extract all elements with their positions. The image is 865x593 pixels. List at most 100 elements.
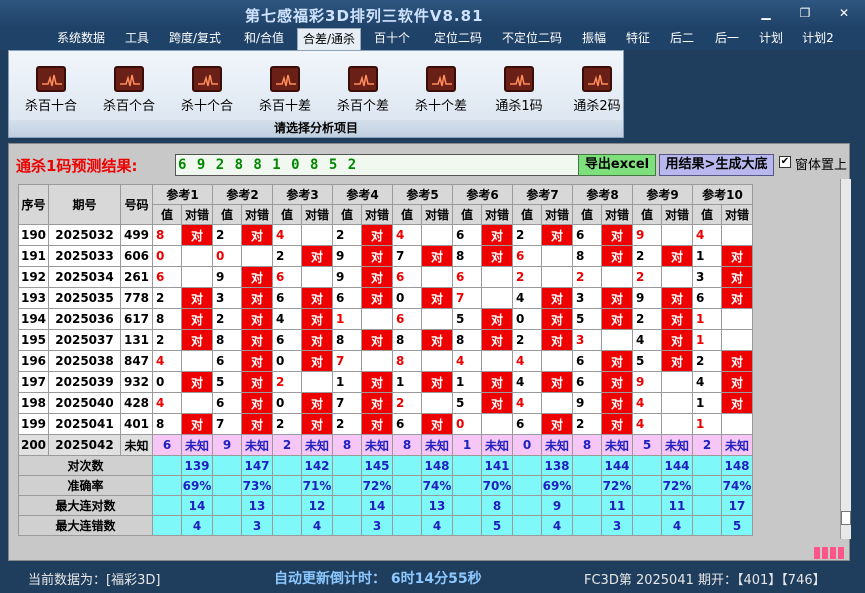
table-row[interactable]: 195 2025037 131 2 对 8 对 6 对 8 对 8 对 8 对 2 对 3 4 对 1 — [18, 329, 753, 351]
ref-hit-cell: 对 — [241, 308, 273, 330]
export-excel-button[interactable]: 导出excel — [578, 154, 656, 176]
table-row[interactable]: 190 2025032 499 8 对 2 对 4 2 对 4 6 对 2 对 6 对 9 4 — [18, 224, 753, 246]
analysis-button-0[interactable]: 杀百十合 — [12, 66, 90, 116]
ref-value: 1 — [692, 329, 722, 351]
row-period: 2025039 — [48, 371, 121, 393]
menu-tab-3[interactable]: 和/合值 — [236, 28, 292, 50]
analysis-button-7[interactable]: 通杀2码 — [558, 66, 636, 116]
chart-icon — [348, 66, 378, 92]
stats-spacer — [452, 495, 482, 516]
ref-value: 6 — [572, 371, 602, 393]
ref-hit-cell: 对 — [541, 308, 573, 330]
ref-hit-cell — [661, 266, 693, 288]
header-ref-5: 参考5 — [392, 184, 453, 205]
analysis-panel: 通杀1码预测结果: 6 9 2 8 8 1 0 8 5 2 导出excel 用结… — [8, 143, 851, 561]
ref-value: 6 — [512, 413, 542, 435]
prediction-result-field[interactable]: 6 9 2 8 8 1 0 8 5 2 — [175, 154, 585, 176]
ref-hit-cell — [661, 413, 693, 435]
menu-tab-4[interactable]: 合差/通杀 — [297, 28, 361, 50]
ref-value: 1 — [692, 392, 722, 414]
ref-hit-cell: 对 — [661, 350, 693, 372]
stats-value: 14 — [361, 495, 393, 516]
ref-value: 8 — [392, 329, 422, 351]
table-row[interactable]: 194 2025036 617 8 对 2 对 4 对 1 6 5 对 0 对 5 对 2 对 1 — [18, 308, 753, 330]
menu-tab-1[interactable]: 工具 — [118, 28, 156, 50]
window-on-top-checkbox[interactable]: ✔ — [779, 156, 791, 168]
table-row[interactable]: 198 2025040 428 4 6 对 0 对 7 对 2 5 对 4 9 对 4 1 对 — [18, 392, 753, 414]
menu-tab-10[interactable]: 后二 — [663, 28, 701, 50]
restore-button[interactable]: ❐ — [795, 4, 815, 22]
ref-hit-cell: 对 — [241, 413, 273, 435]
ref-hit-cell: 对 — [301, 350, 333, 372]
analysis-button-label: 杀百个差 — [336, 99, 389, 114]
ref-hit-cell: 对 — [601, 245, 633, 267]
stats-value: 5 — [481, 515, 513, 536]
ref-value: 6 — [392, 308, 422, 330]
pred-value: 0 — [512, 434, 542, 456]
ref-value: 1 — [692, 413, 722, 435]
pred-value: 2 — [272, 434, 302, 456]
stats-value: 148 — [721, 455, 753, 476]
table-row[interactable]: 192 2025034 261 6 9 对 6 9 对 6 6 2 2 2 3 对 — [18, 266, 753, 288]
table-row[interactable]: 199 2025041 401 8 对 7 对 2 对 2 对 6 对 0 6 对 2 对 4 1 — [18, 413, 753, 435]
stats-value: 72% — [361, 475, 393, 496]
analysis-button-label: 杀百个合 — [102, 99, 155, 114]
stats-spacer — [212, 475, 242, 496]
ref-value: 3 — [212, 287, 242, 309]
ref-hit-cell: 对 — [421, 371, 453, 393]
ref-hit-cell — [361, 350, 393, 372]
ref-hit-cell: 对 — [241, 224, 273, 246]
menu-tab-5[interactable]: 百十个 — [371, 28, 413, 50]
generate-base-button[interactable]: 用结果>生成大底 — [659, 154, 774, 176]
stats-spacer — [152, 495, 182, 516]
stats-spacer — [692, 475, 722, 496]
menu-tab-13[interactable]: 计划2 — [795, 28, 841, 50]
current-data-label: 当前数据为：[福彩3D] — [28, 573, 161, 588]
ref-hit-cell: 对 — [481, 392, 513, 414]
table-row[interactable]: 191 2025033 606 0 0 2 对 9 对 7 对 8 对 6 8 对 2 对 1 对 — [18, 245, 753, 267]
ref-value: 2 — [512, 266, 542, 288]
menu-tab-2[interactable]: 跨度/复式 — [162, 28, 228, 50]
table-row[interactable]: 193 2025035 778 2 对 3 对 6 对 6 对 0 对 7 4 对 3 对 9 对 6 对 — [18, 287, 753, 309]
scroll-thumb[interactable] — [841, 511, 851, 525]
header-value: 值 — [692, 204, 722, 225]
row-number: 428 — [120, 392, 153, 414]
stats-spacer — [332, 495, 362, 516]
analysis-button-2[interactable]: 杀十个合 — [168, 66, 246, 116]
ref-hit-cell: 对 — [601, 308, 633, 330]
close-button[interactable]: ✕ — [834, 4, 854, 22]
analysis-button-4[interactable]: 杀百个差 — [324, 66, 402, 116]
ref-hit-cell — [541, 266, 573, 288]
menu-tab-7[interactable]: 不定位二码 — [495, 28, 569, 50]
table-row[interactable]: 197 2025039 932 0 对 5 对 2 1 对 1 对 1 对 4 对 6 对 9 4 对 — [18, 371, 753, 393]
menu-tab-8[interactable]: 振幅 — [575, 28, 613, 50]
menu-tab-11[interactable]: 后一 — [707, 28, 747, 50]
pred-value: 1 — [452, 434, 482, 456]
analysis-button-5[interactable]: 杀十个差 — [402, 66, 480, 116]
ref-hit-cell — [721, 224, 753, 246]
analysis-button-3[interactable]: 杀百十差 — [246, 66, 324, 116]
menu-tab-6[interactable]: 定位二码 — [427, 28, 489, 50]
ref-value: 4 — [632, 392, 662, 414]
stats-value: 144 — [661, 455, 693, 476]
menu-tab-12[interactable]: 计划 — [753, 28, 789, 50]
resize-grip[interactable] — [814, 547, 848, 559]
analysis-button-6[interactable]: 通杀1码 — [480, 66, 558, 116]
ref-hit-cell: 对 — [181, 308, 213, 330]
ref-hit-cell — [481, 413, 513, 435]
row-period: 2025034 — [48, 266, 121, 288]
ref-value: 9 — [332, 266, 362, 288]
pred-hit: 未知 — [661, 434, 693, 456]
stats-value: 74% — [721, 475, 753, 496]
minimize-button[interactable]: ▁ — [756, 4, 776, 22]
stats-value: 5 — [721, 515, 753, 536]
prediction-row[interactable]: 200 2025042 未知 6 未知 9 未知 2 未知 8 未知 8 未知 1 未知 0 未知 8 未知 5 未知 2… — [18, 434, 753, 456]
header-value: 值 — [392, 204, 422, 225]
vertical-scrollbar[interactable] — [840, 179, 851, 539]
ref-hit-cell: 对 — [241, 266, 273, 288]
analysis-button-1[interactable]: 杀百个合 — [90, 66, 168, 116]
menu-tab-0[interactable]: 系统数据 — [50, 28, 112, 50]
table-row[interactable]: 196 2025038 847 4 6 对 0 对 7 8 4 4 6 对 5 对 2 对 — [18, 350, 753, 372]
ref-value: 4 — [272, 224, 302, 246]
menu-tab-9[interactable]: 特征 — [619, 28, 657, 50]
